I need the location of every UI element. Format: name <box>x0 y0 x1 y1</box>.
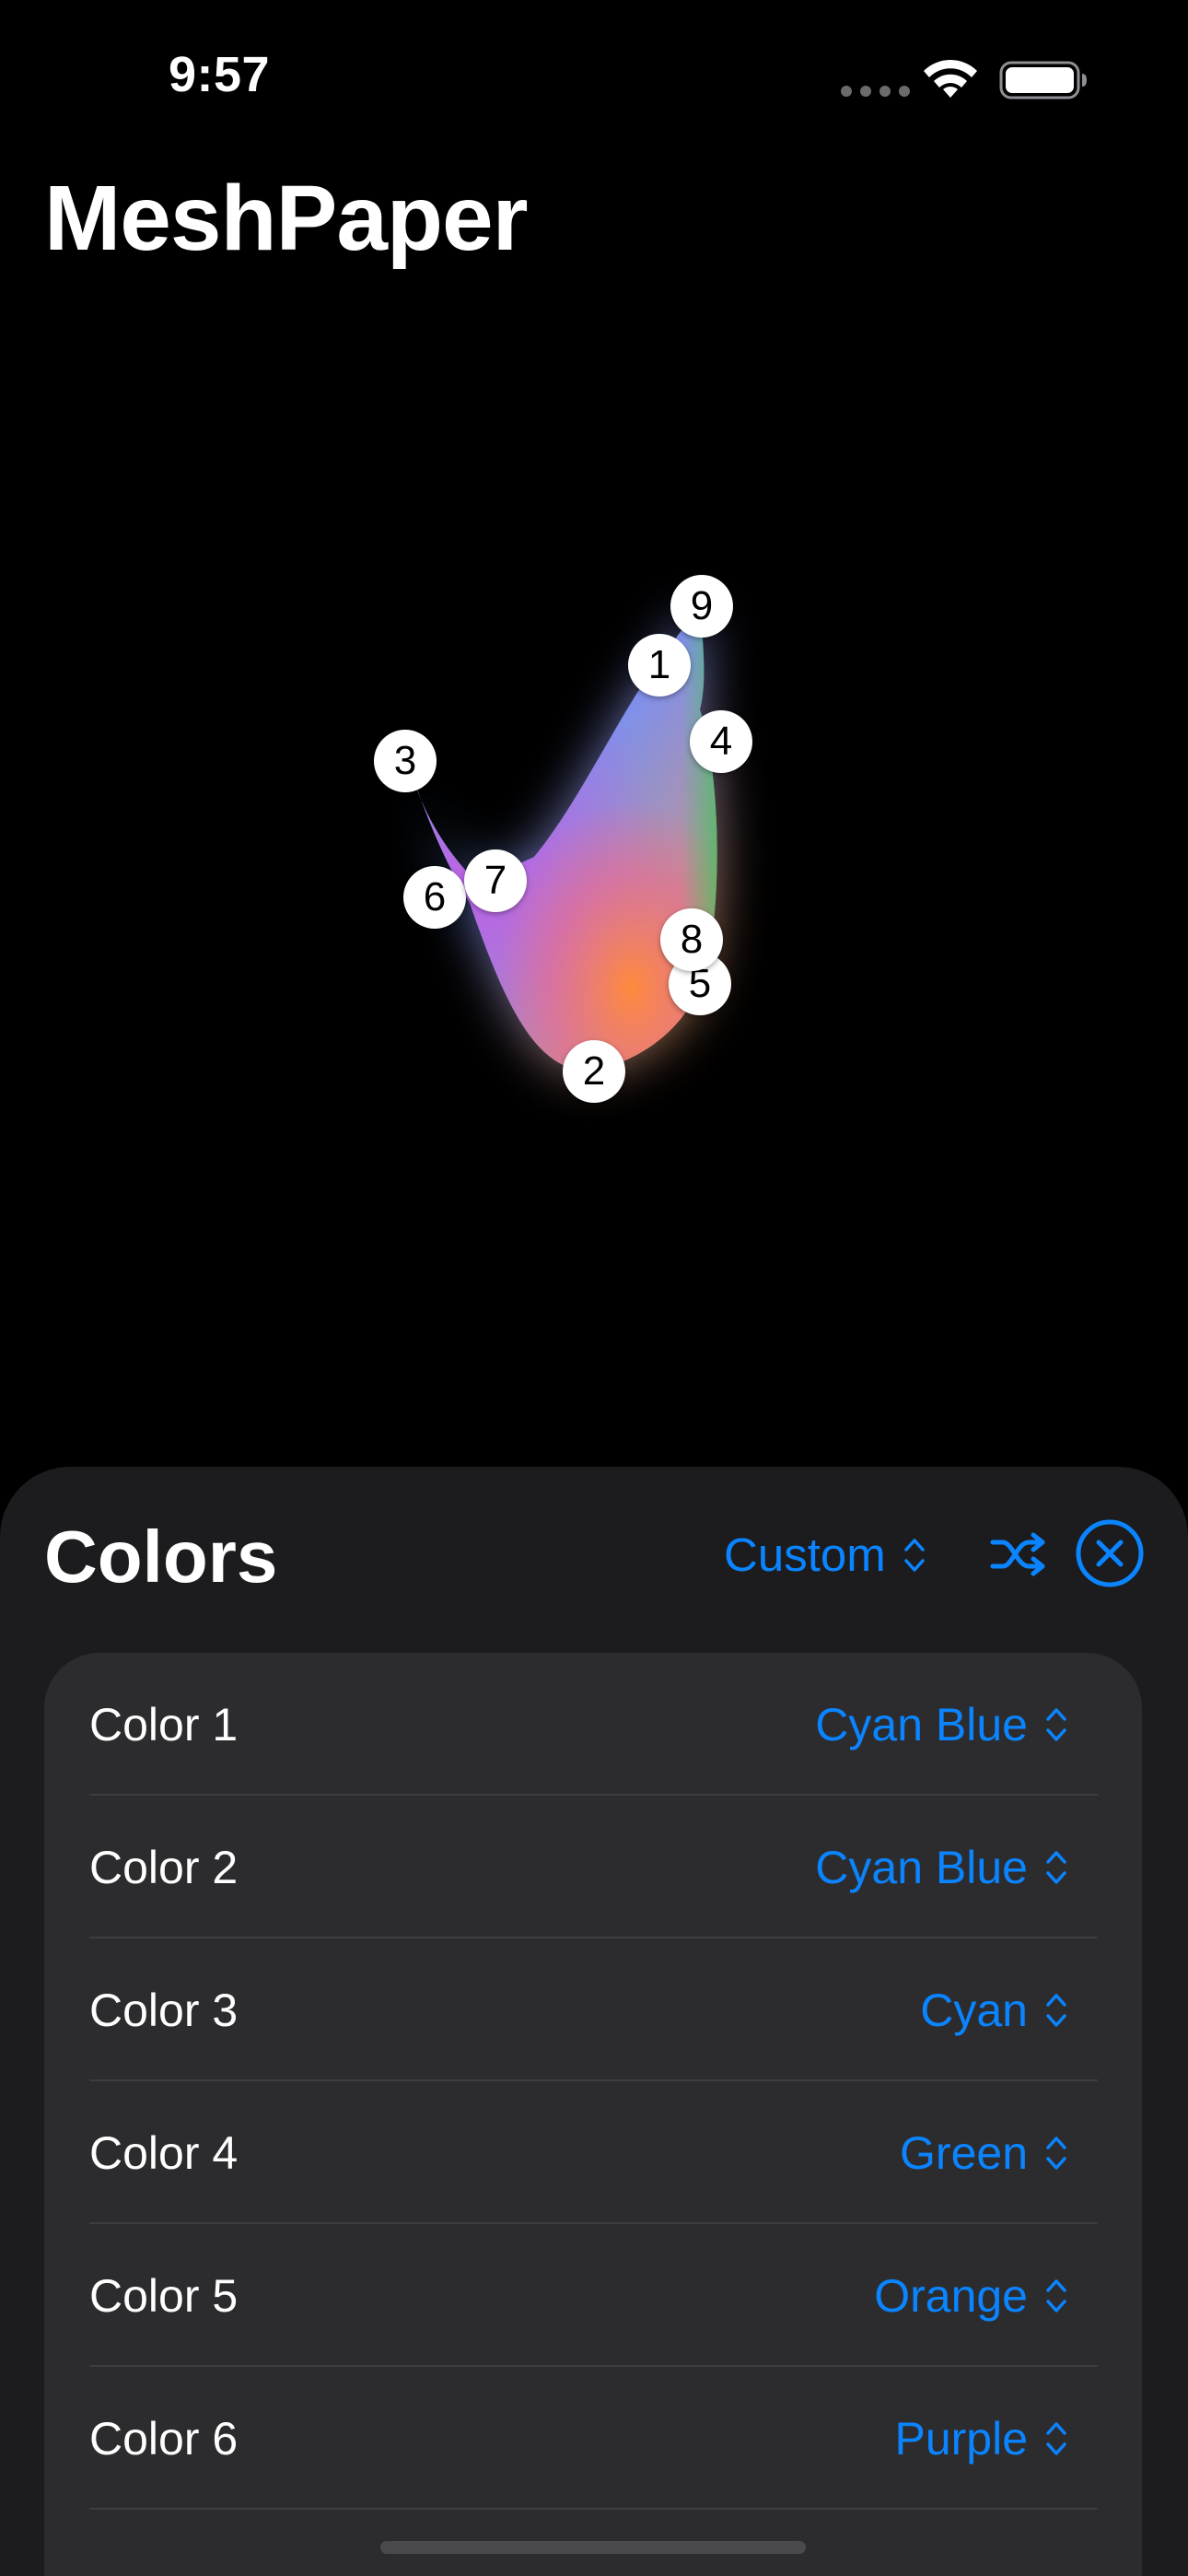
chevron-up-down-icon <box>1046 2136 1066 2170</box>
mesh-point-handle-3[interactable]: 3 <box>374 730 437 792</box>
sheet-title: Colors <box>44 1516 278 1598</box>
color-row-picker[interactable]: Cyan Blue <box>815 1841 1068 1894</box>
color-row[interactable]: Color 6 Purple <box>44 2367 1142 2510</box>
close-circle-icon[interactable] <box>1075 1518 1145 1588</box>
color-row-picker[interactable]: Cyan Blue <box>815 1698 1068 1751</box>
color-row-value: Orange <box>874 2269 1028 2322</box>
chevron-up-down-icon <box>903 1538 925 1572</box>
color-row-value: Cyan Blue <box>815 1698 1028 1751</box>
chevron-up-down-icon <box>1046 2421 1066 2455</box>
color-row[interactable]: Color 1 Cyan Blue <box>44 1653 1142 1796</box>
color-row[interactable]: Color 5 Orange <box>44 2224 1142 2367</box>
chevron-up-down-icon <box>1046 2278 1066 2313</box>
mesh-point-handle-7[interactable]: 7 <box>464 849 527 912</box>
color-row-label: Color 1 <box>89 1698 239 1751</box>
color-row-value: Purple <box>894 2412 1028 2465</box>
mesh-point-handle-9[interactable]: 9 <box>670 575 733 638</box>
preset-picker[interactable]: Custom <box>724 1528 926 1582</box>
color-row-value: Green <box>900 2126 1028 2179</box>
color-row-picker[interactable]: Purple <box>894 2412 1068 2465</box>
mesh-gradient-shape <box>408 608 717 1071</box>
color-row-picker[interactable]: Cyan <box>920 1984 1068 2037</box>
color-row-value: Cyan Blue <box>815 1841 1028 1893</box>
chevron-up-down-icon <box>1046 1993 1066 2027</box>
status-time: 9:57 <box>169 47 271 102</box>
shuffle-icon[interactable] <box>990 1531 1047 1577</box>
chevron-up-down-icon <box>1046 1850 1066 1884</box>
color-row-label: Color 4 <box>89 2126 239 2179</box>
color-row[interactable]: Color 4 Green <box>44 2081 1142 2224</box>
color-row[interactable]: Color 2 Cyan Blue <box>44 1796 1142 1938</box>
chevron-up-down-icon <box>1046 1707 1066 1741</box>
color-row-label: Color 5 <box>89 2269 239 2322</box>
color-row-label: Color 3 <box>89 1984 239 2036</box>
mesh-point-handle-2[interactable]: 2 <box>563 1040 625 1103</box>
color-row-label: Color 6 <box>89 2412 239 2465</box>
mesh-point-handle-8[interactable]: 8 <box>660 908 723 971</box>
colors-sheet: Colors Custom Color 1 Cyan Blue Color 2 … <box>0 1467 1188 2576</box>
color-row-picker[interactable]: Green <box>900 2126 1068 2180</box>
color-row-label: Color 2 <box>89 1841 239 1893</box>
row-divider <box>89 2508 1098 2510</box>
home-indicator[interactable] <box>380 2541 806 2554</box>
preset-picker-label: Custom <box>724 1528 886 1581</box>
mesh-point-handle-4[interactable]: 4 <box>690 710 752 773</box>
wifi-icon <box>924 59 977 98</box>
cellular-signal-icon <box>841 86 910 97</box>
mesh-point-handle-6[interactable]: 6 <box>403 866 466 929</box>
mesh-point-handle-1[interactable]: 1 <box>628 634 691 697</box>
page-title: MeshPaper <box>44 167 529 270</box>
app-screen: 9:57 MeshPaper 1 2 3 4 5 6 7 8 9 Colors … <box>0 0 1188 2576</box>
color-list: Color 1 Cyan Blue Color 2 Cyan Blue Colo… <box>44 1653 1142 2576</box>
battery-icon <box>999 61 1087 100</box>
mesh-gradient-canvas[interactable]: 1 2 3 4 5 6 7 8 9 <box>0 332 1188 1437</box>
color-row-picker[interactable]: Orange <box>874 2269 1068 2323</box>
color-row-value: Cyan <box>920 1984 1028 2036</box>
color-row[interactable]: Color 3 Cyan <box>44 1938 1142 2081</box>
